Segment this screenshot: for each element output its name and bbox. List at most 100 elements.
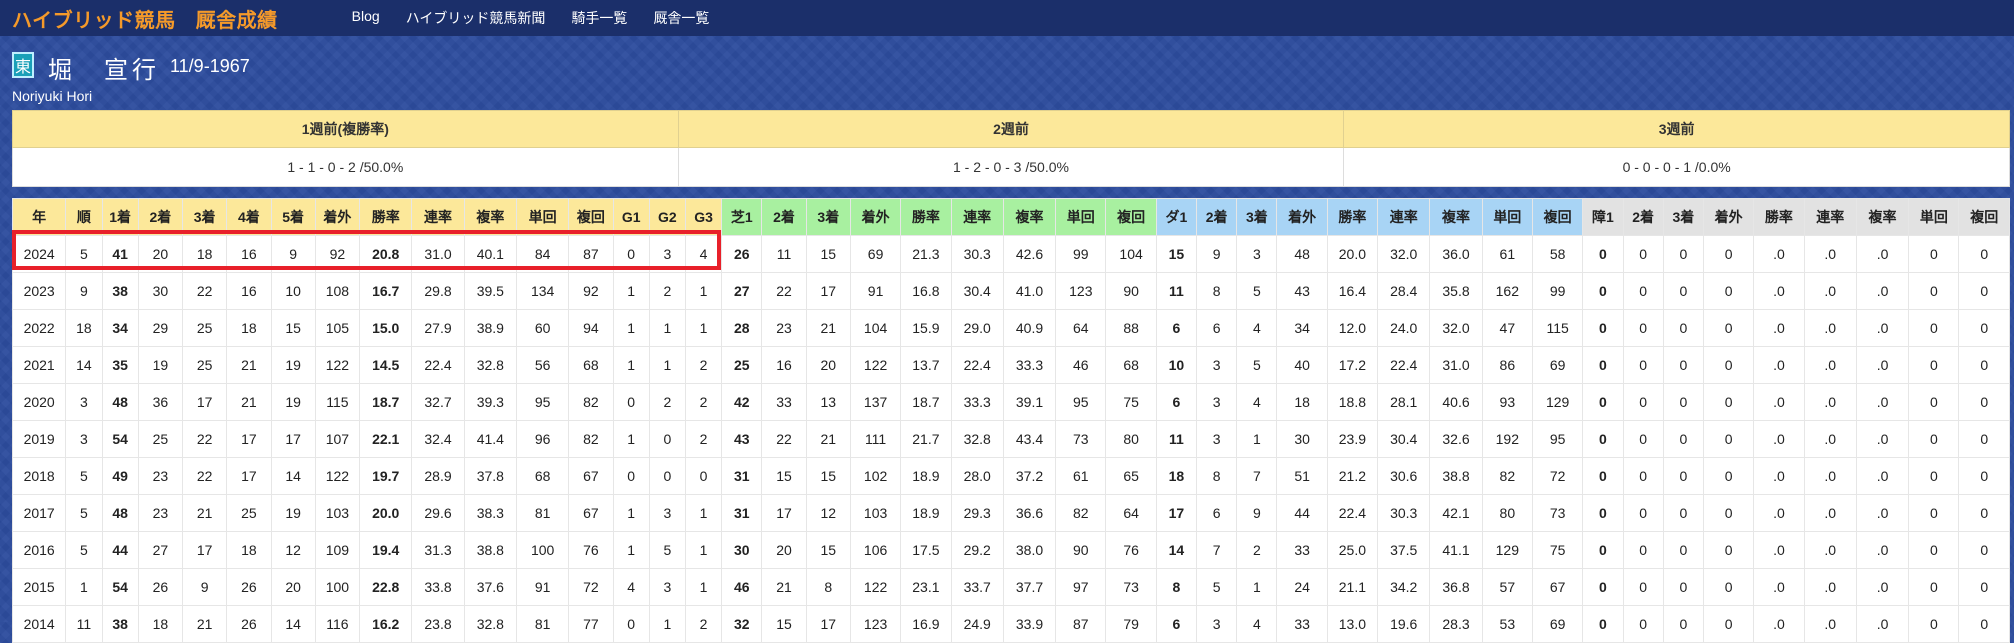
table-cell: 18.9 [900,457,952,495]
table-cell: 0 [1582,568,1624,606]
table-cell: 19 [270,346,316,384]
table-cell: 54 [101,568,139,606]
table-cell: 100 [515,531,570,569]
table-cell: 0 [612,383,650,421]
table-cell: 56 [515,346,570,384]
table-row: 2022 18 34 29 25 18 15 105 15.0 27.9 38.9 60 94 1 1 1 28… [11,309,2010,347]
table-cell: 11 [1155,420,1197,458]
table-cell: 18 [181,235,228,273]
table-cell: 0 [1662,457,1704,495]
table-cell: 76 [1105,531,1157,569]
table-cell: 6 [1155,605,1197,643]
table-cell: 37.5 [1377,531,1431,569]
table-cell: 11 [65,605,103,643]
table-cell: 17 [181,383,228,421]
table-cell: 0 [1702,272,1755,310]
table-cell: .0 [1753,568,1805,606]
table-cell: 28.3 [1429,605,1483,643]
week-3-header: 3週前 [1343,110,2010,148]
table-cell: 38.9 [463,309,517,347]
table-cell: 25 [226,494,272,532]
table-cell: 31.3 [411,531,465,569]
table-cell: 91 [849,272,902,310]
table-row: 2021 14 35 19 25 21 19 122 14.5 22.4 32.8 56 68 1 1 2 25… [11,346,2010,384]
section-name[interactable]: 厩舎成績 [196,10,278,32]
records-col-header: 2着 [137,198,183,236]
table-cell: 20.8 [359,235,413,273]
table-cell: 103 [314,494,361,532]
table-cell: 33 [1276,605,1328,643]
table-cell: 82 [1055,494,1107,532]
affiliation-badge: 東 [12,52,34,78]
table-cell: 47 [1481,309,1533,347]
table-cell: 61 [1055,457,1107,495]
table-cell: 75 [1105,383,1157,421]
table-cell: 33 [761,383,807,421]
table-cell: 19.4 [359,531,413,569]
table-cell: 192 [1481,420,1533,458]
table-cell: 30.3 [1377,494,1431,532]
nav-newspaper[interactable]: ハイブリッド競馬新聞 [406,8,546,28]
table-cell: 1 [612,494,650,532]
table-cell: .0 [1803,383,1857,421]
records-col-header: 勝率 [1326,198,1379,236]
nav-jockey-list[interactable]: 騎手一覧 [571,8,627,28]
table-cell: 20.0 [1326,235,1379,273]
table-cell: 58 [1531,235,1584,273]
table-cell: 0 [1582,457,1624,495]
table-cell: .0 [1855,568,1910,606]
table-cell: .0 [1753,346,1805,384]
table-cell: 41.1 [1429,531,1483,569]
trainer-birth-date: 11/9-1967 [170,56,250,76]
trainer-romaji-name: Noriyuki Hori [12,88,93,104]
records-col-header: 複回 [1531,198,1584,236]
table-cell: 0 [1622,235,1664,273]
table-cell: 29.3 [950,494,1004,532]
table-cell: 87 [1055,605,1107,643]
table-cell: 12.0 [1326,309,1379,347]
table-cell: 0 [1908,346,1960,384]
table-cell: 17 [270,420,316,458]
table-cell: 0 [1582,346,1624,384]
table-cell: 0 [1622,568,1664,606]
table-cell: 36.0 [1429,235,1483,273]
table-cell: 23 [761,309,807,347]
table-cell: 0 [1908,420,1960,458]
site-brand[interactable]: ハイブリッド競馬 厩舎成績 [12,4,292,33]
table-cell: 5 [1236,272,1278,310]
table-cell: 31 [721,494,763,532]
site-name[interactable]: ハイブリッド競馬 [12,10,176,32]
table-cell: 15 [270,309,316,347]
table-cell: 32.0 [1377,235,1431,273]
table-cell: 103 [849,494,902,532]
table-cell: 7 [1195,531,1238,569]
table-cell: 67 [568,494,614,532]
records-col-header: 勝率 [900,198,952,236]
table-cell: .0 [1855,309,1910,347]
nav-stable-list[interactable]: 厩舎一覧 [653,8,709,28]
table-cell: 44 [1276,494,1328,532]
table-cell: 134 [515,272,570,310]
nav-blog[interactable]: Blog [352,8,380,28]
table-cell: 19 [270,383,316,421]
table-cell: 13.0 [1326,605,1379,643]
table-cell: 29.0 [950,309,1004,347]
table-cell: 48 [1276,235,1328,273]
table-cell: 84 [515,235,570,273]
table-cell: 0 [1958,346,2010,384]
table-cell: .0 [1803,531,1857,569]
table-cell: 0 [1662,272,1704,310]
table-cell: 21 [226,346,272,384]
table-cell: 28 [721,309,763,347]
table-cell: 31 [721,457,763,495]
table-cell: 38.8 [1429,457,1483,495]
table-cell: 87 [568,235,614,273]
table-cell: 2021 [11,346,67,384]
table-cell: 1 [612,309,650,347]
table-cell: 31.0 [411,235,465,273]
table-cell: 69 [1531,605,1584,643]
week-2-value: 1 - 2 - 0 - 3 /50.0% [677,147,1345,187]
table-cell: 0 [1582,383,1624,421]
table-cell: 34 [1276,309,1328,347]
table-cell: 28.4 [1377,272,1431,310]
